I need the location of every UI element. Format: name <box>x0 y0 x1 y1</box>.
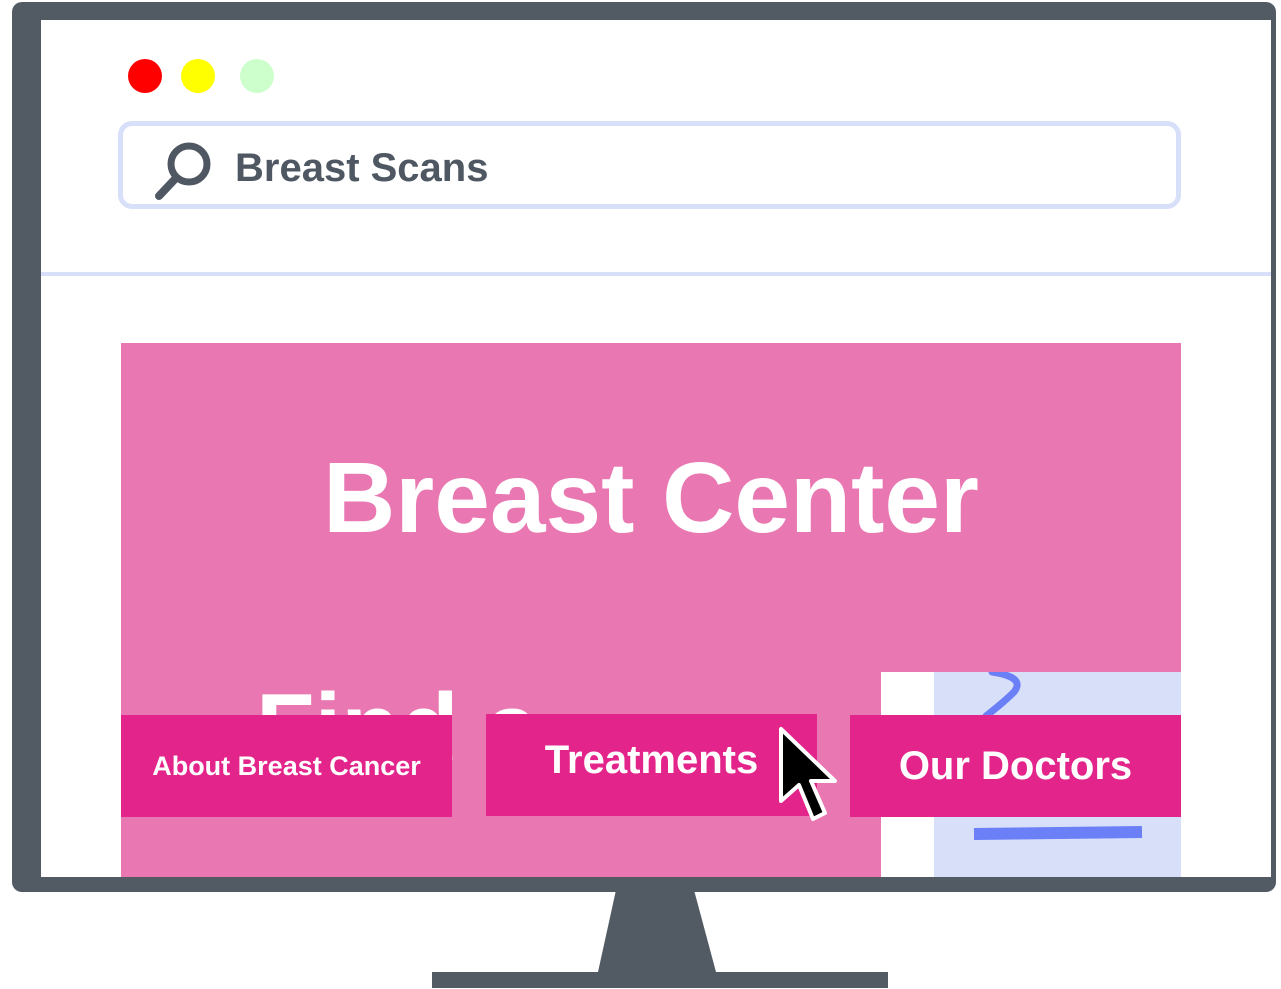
toolbar-divider <box>41 272 1271 276</box>
hero-banner: Breast Center Find a About Breast Cancer… <box>121 343 1181 877</box>
browser-window: Breast Scans Breast Center Find a About … <box>41 20 1271 877</box>
monitor-base <box>432 972 888 988</box>
page-title: Breast Center <box>323 442 979 554</box>
search-bar[interactable]: Breast Scans <box>118 121 1181 209</box>
monitor-frame: Breast Scans Breast Center Find a About … <box>12 2 1276 892</box>
close-window-button[interactable] <box>128 59 162 93</box>
nav-about-breast-cancer[interactable]: About Breast Cancer <box>121 715 452 817</box>
nav-our-doctors[interactable]: Our Doctors <box>850 715 1181 817</box>
nav-treatments[interactable]: Treatments <box>486 714 817 816</box>
search-icon <box>155 142 211 200</box>
maximize-window-button[interactable] <box>240 59 274 93</box>
mouse-pointer-icon <box>779 727 837 821</box>
search-input[interactable]: Breast Scans <box>235 144 488 192</box>
minimize-window-button[interactable] <box>181 59 215 93</box>
